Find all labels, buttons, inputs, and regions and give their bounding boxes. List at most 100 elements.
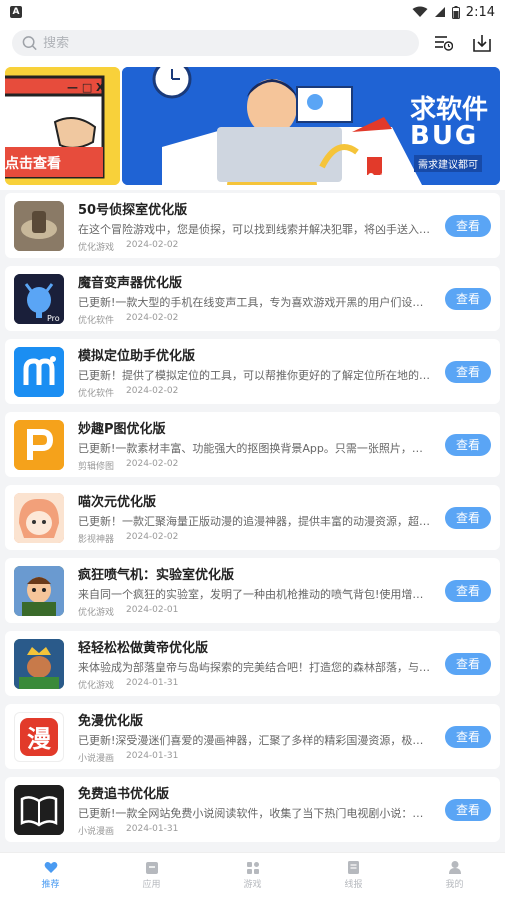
app-title: 喵次元优化版 <box>78 494 157 510</box>
top-bar <box>0 24 505 62</box>
heart-icon <box>44 861 58 875</box>
app-date: 2024-02-02 <box>126 385 179 396</box>
banner-left-text: 点击查看 <box>5 156 61 172</box>
detective-icon <box>14 200 64 251</box>
list-item[interactable]: 免费追书优化版 已更新!一款全网站免费小说阅读软件，收集了当下热门电视剧小说：白… <box>5 777 500 842</box>
search-input[interactable] <box>43 35 409 51</box>
list-item[interactable]: Pro 魔音变声器优化版 已更新!一款大型的手机在线变声工具，专为喜欢游戏开黑的… <box>5 266 500 331</box>
app-category: 剪辑修图 <box>78 461 115 472</box>
list-item[interactable]: 模拟定位助手优化版 已更新！提供了模拟定位的工具，可以帮推你更好的了解定位所在地… <box>5 339 500 404</box>
search-icon <box>22 36 37 51</box>
svg-text:Pro: Pro <box>47 314 60 323</box>
app-description: 已更新！一款汇聚海量正版动漫的追漫神器，提供丰富的动漫资源，超多动漫… <box>78 514 432 528</box>
view-button[interactable]: 查看 <box>445 798 491 821</box>
app-date: 2024-02-02 <box>126 531 179 542</box>
app-date: 2024-02-01 <box>126 604 179 615</box>
list-item[interactable]: 轻轻松松做黄帝优化版 来体验成为部落皇帝与岛屿探索的完美结合吧！打造您的森林部落… <box>5 631 500 696</box>
app-date: 2024-01-31 <box>126 823 179 834</box>
nav-item-apps[interactable]: 应用 <box>122 861 182 890</box>
list-item[interactable]: 漫 免漫优化版 已更新!深受漫迷们喜爱的漫画神器，汇聚了多样的精彩国漫资源，极速… <box>5 704 500 769</box>
banner-title-2: BUG <box>410 121 479 151</box>
location-icon <box>14 346 64 397</box>
anime-icon <box>14 492 64 543</box>
app-date: 2024-02-02 <box>126 458 179 469</box>
app-category: 影视神器 <box>78 534 115 545</box>
app-category: 小说漫画 <box>78 826 115 837</box>
app-date: 2024-01-31 <box>126 750 179 761</box>
view-button[interactable]: 查看 <box>445 652 491 675</box>
status-bar: A 2:14 <box>0 0 505 24</box>
banner-slide-current[interactable]: 求软件 BUG 需求建议都可 <box>122 67 500 185</box>
view-button[interactable]: 查看 <box>445 506 491 529</box>
app-description: 来自同一个疯狂的实验室，发明了一种由机枪推动的喷气背包!使用增压车辆… <box>78 587 432 601</box>
list-item[interactable]: 妙趣P图优化版 已更新!一款素材丰富、功能强大的抠图换背景App。只需一张照片，… <box>5 412 500 477</box>
app-icon <box>145 861 159 875</box>
carousel-dot[interactable] <box>344 173 350 179</box>
clock-time: 2:14 <box>465 4 495 20</box>
view-button[interactable]: 查看 <box>445 433 491 456</box>
app-date: 2024-02-02 <box>126 312 179 323</box>
app-date: 2024-01-31 <box>126 677 179 688</box>
app-title: 免漫优化版 <box>78 713 144 729</box>
battery-icon <box>451 5 460 19</box>
bottom-nav: 推荐 应用 游戏 线报 我的 <box>0 852 505 897</box>
nav-label: 推荐 <box>41 879 60 890</box>
view-button[interactable]: 查看 <box>445 579 491 602</box>
voice-changer-icon: Pro <box>14 273 64 324</box>
app-category: 优化游戏 <box>78 680 115 691</box>
app-description: 已更新!一款大型的手机在线变声工具，专为喜欢游戏开黑的用户们设计，用户… <box>78 295 432 309</box>
list-item[interactable]: 喵次元优化版 已更新！一款汇聚海量正版动漫的追漫神器，提供丰富的动漫资源，超多动… <box>5 485 500 550</box>
book-icon <box>14 784 64 835</box>
carousel-dot[interactable] <box>356 173 362 179</box>
app-title: 50号侦探室优化版 <box>78 202 188 218</box>
nav-item-mine[interactable]: 我的 <box>425 861 485 890</box>
carousel-dots <box>344 173 398 179</box>
app-title: 疯狂喷气机：实验室优化版 <box>78 567 235 583</box>
emperor-icon <box>14 638 64 689</box>
app-category: 优化软件 <box>78 315 115 326</box>
app-date: 2024-02-02 <box>126 239 179 250</box>
view-button[interactable]: 查看 <box>445 214 491 237</box>
signal-icon <box>434 7 445 17</box>
app-title: 免费追书优化版 <box>78 786 170 802</box>
jetpack-icon <box>14 565 64 616</box>
app-description: 在这个冒险游戏中，您是侦探，可以找到线索并解决犯罪，将凶手送入监狱!… <box>78 222 432 236</box>
app-description: 已更新！提供了模拟定位的工具，可以帮推你更好的了解定位所在地的各种的… <box>78 368 432 382</box>
search-bar[interactable] <box>12 30 419 56</box>
nav-item-games[interactable]: 游戏 <box>223 861 283 890</box>
banner-subtitle: 需求建议都可 <box>414 155 482 172</box>
nav-label: 应用 <box>142 879 161 890</box>
carousel-dot-active[interactable] <box>368 173 374 179</box>
list-item[interactable]: 50号侦探室优化版 在这个冒险游戏中，您是侦探，可以找到线索并解决犯罪，将凶手送… <box>5 193 500 258</box>
wifi-icon <box>412 6 428 17</box>
app-description: 已更新!一款素材丰富、功能强大的抠图换背景App。只需一张照片，就能快速… <box>78 441 432 455</box>
manga-icon: 漫 <box>14 711 64 762</box>
carousel-dot[interactable] <box>380 173 386 179</box>
list-item[interactable]: 疯狂喷气机：实验室优化版 来自同一个疯狂的实验室，发明了一种由机枪推动的喷气背包… <box>5 558 500 623</box>
app-category: 优化游戏 <box>78 242 115 253</box>
app-category: 优化软件 <box>78 388 115 399</box>
app-description: 来体验成为部落皇帝与岛屿探索的完美结合吧！打造您的森林部落，与石器村… <box>78 660 432 674</box>
nav-item-news[interactable]: 线报 <box>324 861 384 890</box>
download-icon[interactable] <box>471 32 493 54</box>
notification-icon: A <box>10 6 22 18</box>
news-icon <box>347 861 361 875</box>
app-description: 已更新!一款全网站免费小说阅读软件，收集了当下热门电视剧小说：白鹿原，… <box>78 806 432 820</box>
banner-slide-prev[interactable]: — □ X 点击查看 <box>5 67 120 185</box>
download-list-icon[interactable] <box>433 32 455 54</box>
nav-label: 游戏 <box>243 879 262 890</box>
app-category: 小说漫画 <box>78 753 115 764</box>
view-button[interactable]: 查看 <box>445 360 491 383</box>
nav-label: 线报 <box>344 879 363 890</box>
game-icon <box>246 861 260 875</box>
view-button[interactable]: 查看 <box>445 287 491 310</box>
carousel-dot[interactable] <box>392 173 398 179</box>
app-category: 优化游戏 <box>78 607 115 618</box>
app-description: 已更新!深受漫迷们喜爱的漫画神器，汇聚了多样的精彩国漫资源，极速的更新… <box>78 733 432 747</box>
user-icon <box>448 861 462 875</box>
svg-text:— □ X: — □ X <box>67 81 105 94</box>
banner-carousel[interactable]: — □ X 点击查看 求软件 BUG 需求建议都可 <box>0 62 505 190</box>
view-button[interactable]: 查看 <box>445 725 491 748</box>
app-title: 轻轻松松做黄帝优化版 <box>78 640 209 656</box>
nav-item-recommend[interactable]: 推荐 <box>21 861 81 890</box>
